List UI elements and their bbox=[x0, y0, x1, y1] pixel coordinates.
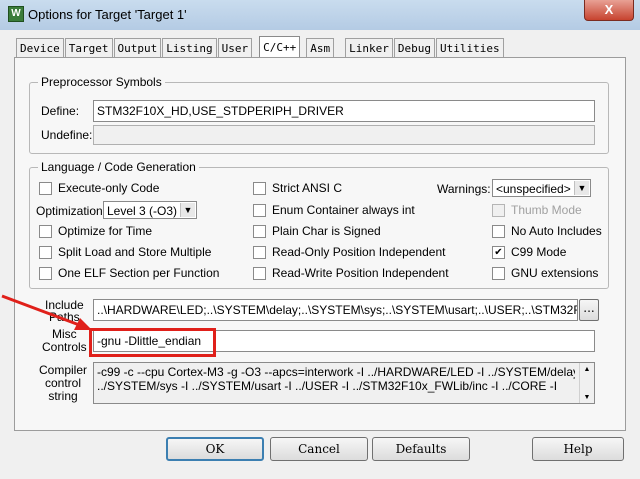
checkbox-box[interactable] bbox=[253, 181, 266, 195]
define-label: Define: bbox=[41, 104, 80, 118]
split-load-checkbox[interactable]: Split Load and Store Multiple bbox=[39, 245, 211, 259]
checkbox-box[interactable] bbox=[39, 181, 52, 195]
defaults-button[interactable]: Defaults bbox=[372, 437, 470, 461]
enum-container-label: Enum Container always int bbox=[272, 203, 415, 217]
rw-pi-checkbox[interactable]: Read-Write Position Independent bbox=[253, 266, 449, 280]
misc-label-line2: Controls bbox=[42, 340, 87, 354]
tab-output[interactable]: Output bbox=[113, 38, 162, 58]
tab-linker[interactable]: Linker bbox=[345, 38, 393, 58]
tab-listing[interactable]: Listing bbox=[162, 38, 217, 58]
checkbox-box[interactable] bbox=[253, 245, 266, 259]
preprocessor-group-title: Preprocessor Symbols bbox=[38, 75, 165, 89]
optimization-value: Level 3 (-O3) bbox=[107, 204, 178, 218]
execute-only-checkbox[interactable]: Execute-only Code bbox=[39, 181, 159, 195]
tab-asm[interactable]: Asm bbox=[306, 38, 335, 58]
warnings-label: Warnings: bbox=[437, 182, 491, 196]
split-load-label: Split Load and Store Multiple bbox=[58, 245, 212, 259]
optimization-label: Optimization: bbox=[36, 204, 107, 218]
define-field[interactable]: STM32F10X_HD,USE_STDPERIPH_DRIVER bbox=[93, 100, 595, 122]
compiler-string-textarea[interactable]: -c99 -c --cpu Cortex-M3 -g -O3 --apcs=in… bbox=[93, 362, 595, 404]
plain-char-label: Plain Char is Signed bbox=[272, 224, 381, 238]
language-group-title: Language / Code Generation bbox=[38, 160, 199, 174]
tab-utilities[interactable]: Utilities bbox=[435, 38, 504, 58]
warnings-select[interactable]: <unspecified> ▼ bbox=[492, 179, 591, 197]
ro-pi-label: Read-Only Position Independent bbox=[272, 245, 446, 259]
plain-char-checkbox[interactable]: Plain Char is Signed bbox=[253, 224, 381, 238]
tab-c-cpp[interactable]: C/C++ bbox=[259, 36, 301, 59]
one-elf-label: One ELF Section per Function bbox=[58, 266, 220, 280]
compiler-string-label: Compiler control string bbox=[39, 364, 87, 403]
compiler-label-line3: string bbox=[48, 389, 78, 403]
checkbox-box[interactable] bbox=[492, 266, 505, 280]
rw-pi-label: Read-Write Position Independent bbox=[272, 266, 449, 280]
app-icon: W bbox=[8, 6, 24, 22]
options-dialog: W Options for Target 'Target 1' X Device… bbox=[0, 0, 640, 479]
thumb-mode-label: Thumb Mode bbox=[511, 203, 582, 217]
chevron-down-icon: ▼ bbox=[180, 203, 195, 217]
tab-bar: Device Target Output Listing User C/C++ … bbox=[16, 36, 505, 59]
tab-debug[interactable]: Debug bbox=[393, 38, 435, 58]
thumb-mode-checkbox[interactable]: Thumb Mode bbox=[492, 203, 582, 217]
tab-device[interactable]: Device bbox=[16, 38, 64, 58]
tab-user[interactable]: User bbox=[217, 38, 253, 58]
cancel-button[interactable]: Cancel bbox=[270, 437, 368, 461]
checkbox-box[interactable] bbox=[492, 224, 505, 238]
checkbox-box[interactable] bbox=[39, 224, 52, 238]
check-icon[interactable]: ✔ bbox=[492, 245, 505, 259]
close-button[interactable]: X bbox=[584, 0, 634, 21]
include-paths-field[interactable]: ..\HARDWARE\LED;..\SYSTEM\delay;..\SYSTE… bbox=[93, 299, 578, 321]
checkbox-box[interactable] bbox=[253, 203, 266, 217]
c99-mode-checkbox[interactable]: ✔ C99 Mode bbox=[492, 245, 566, 259]
one-elf-checkbox[interactable]: One ELF Section per Function bbox=[39, 266, 219, 280]
compiler-string-line2: ../SYSTEM/sys -I ../SYSTEM/usart -I ../U… bbox=[97, 379, 558, 393]
cpp-options-panel: Preprocessor Symbols Define: STM32F10X_H… bbox=[14, 57, 626, 431]
title-bar: W Options for Target 'Target 1' X bbox=[0, 0, 640, 30]
optimize-time-label: Optimize for Time bbox=[58, 224, 153, 238]
c99-mode-label: C99 Mode bbox=[511, 245, 567, 259]
gnu-extensions-label: GNU extensions bbox=[511, 266, 599, 280]
execute-only-label: Execute-only Code bbox=[58, 181, 160, 195]
warnings-value: <unspecified> bbox=[496, 182, 571, 196]
tab-target[interactable]: Target bbox=[64, 38, 113, 58]
no-auto-includes-checkbox[interactable]: No Auto Includes bbox=[492, 224, 602, 238]
undefine-field[interactable] bbox=[93, 125, 595, 145]
chevron-down-icon: ▼ bbox=[574, 181, 589, 195]
no-auto-includes-label: No Auto Includes bbox=[511, 224, 602, 238]
misc-controls-highlight-box bbox=[89, 328, 216, 357]
help-button[interactable]: Help bbox=[532, 437, 624, 461]
strict-ansi-checkbox[interactable]: Strict ANSI C bbox=[253, 181, 342, 195]
enum-container-checkbox[interactable]: Enum Container always int bbox=[253, 203, 415, 217]
ok-button[interactable]: OK bbox=[166, 437, 264, 461]
window-title: Options for Target 'Target 1' bbox=[28, 7, 187, 22]
ro-pi-checkbox[interactable]: Read-Only Position Independent bbox=[253, 245, 445, 259]
gnu-extensions-checkbox[interactable]: GNU extensions bbox=[492, 266, 598, 280]
checkbox-box[interactable] bbox=[39, 266, 52, 280]
optimization-select[interactable]: Level 3 (-O3) ▼ bbox=[103, 201, 197, 219]
strict-ansi-label: Strict ANSI C bbox=[272, 181, 343, 195]
include-paths-browse-button[interactable]: ... bbox=[579, 299, 599, 321]
checkbox-box[interactable] bbox=[492, 203, 505, 217]
checkbox-box[interactable] bbox=[253, 266, 266, 280]
compiler-string-scrollbar[interactable]: ▲ ▼ bbox=[579, 363, 594, 403]
compiler-string-line1: -c99 -c --cpu Cortex-M3 -g -O3 --apcs=in… bbox=[97, 365, 575, 379]
optimize-time-checkbox[interactable]: Optimize for Time bbox=[39, 224, 152, 238]
checkbox-box[interactable] bbox=[39, 245, 52, 259]
undefine-label: Undefine: bbox=[41, 128, 93, 142]
checkbox-box[interactable] bbox=[253, 224, 266, 238]
red-arrow-icon bbox=[1, 294, 92, 330]
